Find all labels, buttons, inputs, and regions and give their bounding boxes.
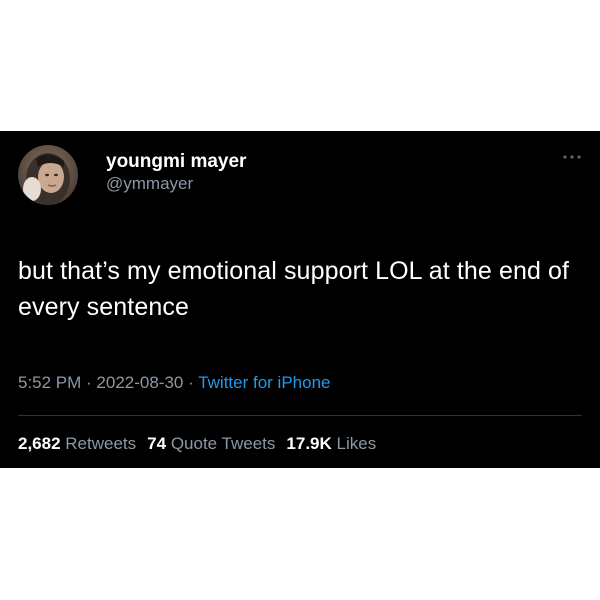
likes-count: 17.9K: [286, 434, 332, 453]
divider: [18, 415, 582, 416]
retweets-stat[interactable]: 2,682 Retweets: [18, 434, 136, 453]
retweets-count: 2,682: [18, 434, 61, 453]
tweet-header: youngmi mayer @ymmayer: [18, 145, 582, 205]
quote-tweets-stat[interactable]: 74 Quote Tweets: [147, 434, 275, 453]
tweet-card: youngmi mayer @ymmayer but that’s my emo…: [0, 131, 600, 468]
user-handle[interactable]: @ymmayer: [106, 173, 246, 195]
likes-stat[interactable]: 17.9K Likes: [286, 434, 376, 453]
display-name[interactable]: youngmi mayer: [106, 151, 246, 173]
quote-tweets-label: Quote Tweets: [170, 434, 276, 453]
quote-tweets-count: 74: [147, 434, 167, 453]
engagement-stats: 2,682 Retweets 74 Quote Tweets 17.9K Likes: [18, 433, 376, 455]
likes-label: Likes: [336, 434, 377, 453]
tweet-source-link[interactable]: Twitter for iPhone: [198, 373, 330, 392]
tweet-text: but that’s my emotional support LOL at t…: [18, 257, 570, 321]
tweet-time[interactable]: 5:52 PM: [18, 373, 81, 392]
author-names: youngmi mayer @ymmayer: [106, 151, 246, 195]
retweets-label: Retweets: [65, 434, 137, 453]
tweet-meta: 5:52 PM · 2022-08-30 · Twitter for iPhon…: [18, 372, 330, 394]
meta-separator: ·: [81, 373, 97, 392]
avatar[interactable]: [18, 145, 78, 205]
meta-separator: ·: [183, 373, 199, 392]
more-options-icon[interactable]: [562, 149, 582, 159]
tweet-date[interactable]: 2022-08-30: [96, 373, 183, 392]
